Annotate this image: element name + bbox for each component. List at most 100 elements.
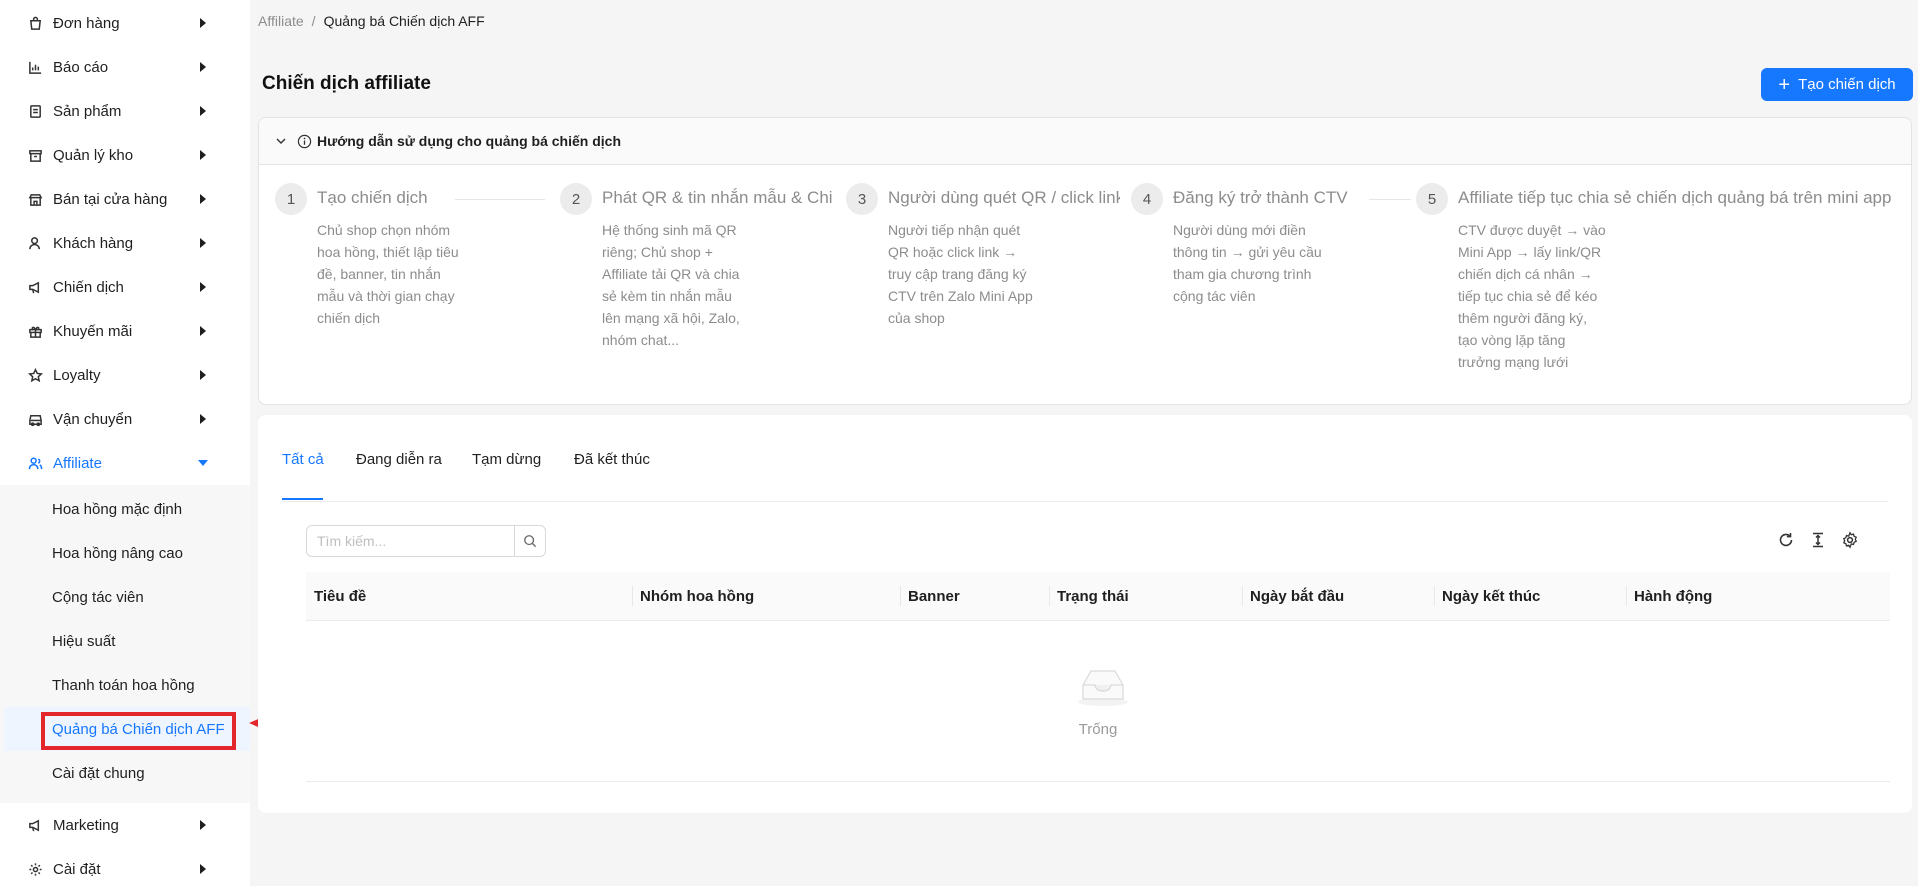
main-content: Affiliate / Quảng bá Chiến dịch AFF Chiến … (250, 0, 1918, 886)
search-input[interactable] (306, 525, 514, 557)
breadcrumb-current: Quảng bá Chiến dịch AFF (323, 13, 485, 29)
column-height-icon[interactable] (1809, 531, 1827, 549)
sidebar-item-label: Marketing (53, 816, 119, 834)
reload-icon[interactable] (1777, 531, 1795, 549)
step-connector (1369, 199, 1411, 200)
table-header: Tiêu đề Nhóm hoa hồng Banner Trạng thái … (306, 572, 1890, 621)
step-title: Người dùng quét QR / click link (888, 188, 1120, 207)
sidebar-item-marketing[interactable]: Marketing (0, 803, 250, 847)
gift-icon (27, 323, 43, 339)
step-title: Tạo chiến dịch (317, 188, 428, 207)
sidebar-item-warehouse[interactable]: Quản lý kho (0, 133, 250, 177)
column-divider (1434, 586, 1435, 606)
sidebar-item-products[interactable]: Sản phẩm (0, 89, 250, 133)
settings-icon[interactable] (1841, 531, 1859, 549)
customer-icon (27, 235, 43, 251)
breadcrumb-parent-link[interactable]: Affiliate (258, 13, 304, 29)
search-box (306, 525, 546, 557)
sidebar-subitem-aff-campaign-promotion[interactable]: Quảng bá Chiến dịch AFF (4, 707, 250, 751)
sidebar-item-label: Sản phẩm (53, 102, 122, 120)
column-header-label: Nhóm hoa hồng (640, 587, 755, 605)
caret-right-icon (200, 106, 206, 116)
sidebar-item-label: Vận chuyển (53, 410, 133, 428)
step-description: Chủ shop chọn nhóm hoa hồng, thiết lập t… (317, 222, 459, 326)
column-header-commission-group: Nhóm hoa hồng (632, 572, 900, 620)
gear-icon (27, 861, 43, 877)
column-header-label: Hành động (1634, 587, 1713, 605)
sidebar-item-reports[interactable]: Báo cáo (0, 45, 250, 89)
step-number: 2 (560, 183, 592, 215)
sidebar-subitem-default-commission[interactable]: Hoa hồng mặc định (0, 487, 250, 531)
page-title: Chiến dịch affiliate (262, 73, 431, 94)
sidebar-item-label: Báo cáo (53, 58, 109, 76)
column-header-status: Trạng thái (1049, 572, 1242, 620)
caret-right-icon (200, 282, 206, 292)
sidebar-subitem-general-settings[interactable]: Cài đặt chung (0, 751, 250, 795)
sidebar-item-label: Bán tại cửa hàng (53, 190, 168, 208)
sidebar-item-campaigns[interactable]: Chiến dịch (0, 265, 250, 309)
megaphone-icon (27, 817, 43, 833)
column-divider (1626, 586, 1627, 606)
step-connector (455, 199, 545, 200)
product-icon (27, 103, 43, 119)
affiliate-submenu: Hoa hồng mặc định Hoa hồng nâng cao Cộng… (0, 485, 250, 803)
chevron-down-icon (276, 138, 286, 144)
sidebar-item-orders[interactable]: Đơn hàng (0, 1, 250, 45)
guide-title: Hướng dẫn sử dụng cho quảng bá chiến dịc… (317, 133, 622, 149)
breadcrumb: Affiliate / Quảng bá Chiến dịch AFF (258, 13, 485, 29)
search-button[interactable] (514, 525, 546, 557)
caret-right-icon (200, 414, 206, 424)
tab-paused[interactable]: Tạm dừng (472, 451, 541, 468)
sidebar: Đơn hàng Báo cáo Sản phẩm Quản lý kho Bá… (0, 0, 250, 886)
sidebar-subitem-advanced-commission[interactable]: Hoa hồng nâng cao (0, 531, 250, 575)
sidebar-subitem-label: Cộng tác viên (52, 588, 144, 606)
sidebar-item-label: Đơn hàng (53, 14, 120, 32)
create-campaign-label: Tạo chiến dịch (1798, 76, 1896, 93)
sidebar-item-loyalty[interactable]: Loyalty (0, 353, 250, 397)
column-header-label: Tiêu đề (314, 587, 367, 605)
empty-inbox-icon (1078, 670, 1128, 706)
caret-right-icon (200, 18, 206, 28)
sidebar-item-label: Loyalty (53, 366, 101, 384)
sidebar-item-store-sales[interactable]: Bán tại cửa hàng (0, 177, 250, 221)
column-header-start-date: Ngày bắt đầu (1242, 572, 1434, 620)
bag-icon (27, 15, 43, 31)
step-description: CTV được duyệt → vào Mini App → lấy link… (1458, 222, 1606, 370)
caret-right-icon (200, 820, 206, 830)
sidebar-item-promotions[interactable]: Khuyến mãi (0, 309, 250, 353)
step-title: Affiliate tiếp tục chia sẻ chiến dịch qu… (1458, 188, 1892, 207)
step-number: 4 (1131, 183, 1163, 215)
sidebar-subitem-label: Hiệu suất (52, 632, 116, 650)
column-header-end-date: Ngày kết thúc (1434, 572, 1626, 620)
sidebar-item-customers[interactable]: Khách hàng (0, 221, 250, 265)
tab-running[interactable]: Đang diễn ra (356, 451, 442, 468)
tab-ended[interactable]: Đã kết thúc (574, 451, 650, 468)
bar-chart-icon (27, 59, 43, 75)
sidebar-subitem-performance[interactable]: Hiệu suất (0, 619, 250, 663)
tab-all[interactable]: Tất cả (282, 451, 324, 468)
caret-right-icon (200, 864, 206, 874)
sidebar-item-affiliate[interactable]: Affiliate (0, 441, 250, 485)
empty-state: Trống (306, 621, 1890, 782)
sidebar-item-settings[interactable]: Cài đặt (0, 847, 250, 886)
column-header-label: Ngày bắt đầu (1250, 587, 1345, 605)
guide-collapse-header[interactable]: Hướng dẫn sử dụng cho quảng bá chiến dịc… (259, 118, 1911, 165)
column-divider (900, 586, 901, 606)
megaphone-icon (27, 279, 43, 295)
sidebar-item-shipping[interactable]: Vận chuyển (0, 397, 250, 441)
step-number: 3 (846, 183, 878, 215)
column-header-label: Banner (908, 587, 960, 605)
column-divider (1049, 586, 1050, 606)
sidebar-subitem-label: Hoa hồng mặc định (52, 500, 183, 518)
create-campaign-button[interactable]: + Tạo chiến dịch (1761, 68, 1913, 101)
sidebar-item-label: Khuyến mãi (53, 322, 133, 340)
sidebar-subitem-commission-payment[interactable]: Thanh toán hoa hồng (0, 663, 250, 707)
sidebar-item-label: Chiến dịch (53, 278, 124, 296)
column-header-banner: Banner (900, 572, 1049, 620)
caret-down-icon (198, 460, 208, 466)
store-icon (27, 191, 43, 207)
sidebar-subitem-collaborators[interactable]: Cộng tác viên (0, 575, 250, 619)
step-number: 5 (1416, 183, 1448, 215)
column-divider (1242, 586, 1243, 606)
empty-text: Trống (1078, 721, 1118, 738)
